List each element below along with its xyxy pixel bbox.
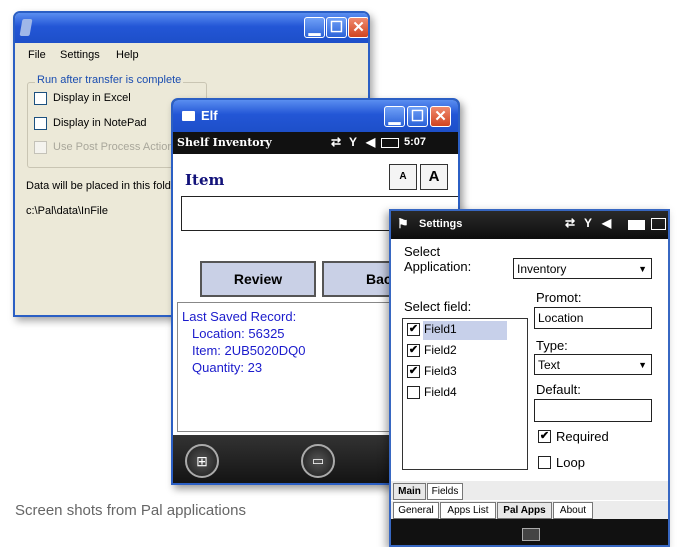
minimize-icon: ▁ [308, 19, 321, 36]
field4-checkbox[interactable] [407, 386, 420, 399]
app-icon [19, 19, 33, 36]
maximize-icon: ☐ [329, 19, 344, 36]
post-process-label: Use Post Process Action [53, 141, 174, 153]
required-label: Required [556, 429, 609, 444]
settings-status-bar: ⚑ Settings ⇄ Y ◀ [391, 211, 668, 239]
font-large-button[interactable]: A [420, 164, 448, 190]
select-label: Select [404, 244, 441, 259]
maximize-button[interactable]: ☐ [326, 17, 347, 38]
application-label: Application: [404, 259, 472, 274]
volume-icon: ◀ [602, 216, 612, 230]
prompt-label: Promot: [536, 290, 582, 305]
menu-bar: File Settings Help [15, 43, 368, 69]
field-list: ✔ Field1 ✔ Field2 ✔ Field3 Field4 [402, 318, 528, 470]
type-label: Type: [536, 338, 568, 353]
tab-general[interactable]: General [393, 502, 439, 519]
application-value: Inventory [517, 262, 567, 276]
window2-title: Elf [201, 108, 218, 123]
application-select[interactable]: Inventory ▼ [513, 258, 652, 279]
field1-label[interactable]: Field1 [424, 322, 457, 336]
field2-label[interactable]: Field2 [424, 343, 457, 357]
record-quantity: Quantity: 23 [192, 360, 263, 375]
default-label: Default: [536, 382, 581, 397]
close-button[interactable]: ✕ [348, 17, 368, 38]
start-icon[interactable]: ⊞ [185, 444, 219, 478]
signal-icon: Y [349, 135, 358, 149]
loop-checkbox[interactable] [538, 456, 551, 469]
type-value: Text [538, 358, 561, 372]
close-button[interactable]: ✕ [430, 106, 451, 127]
window2-titlebar: Elf ▁ ☐ ✕ [173, 100, 458, 132]
connectivity-icon: ⇄ [565, 216, 576, 230]
tab-about[interactable]: About [553, 502, 593, 519]
window1-titlebar: ▁ ☐ ✕ [15, 13, 368, 43]
post-process-checkbox [34, 141, 47, 154]
tab-main[interactable]: Main [393, 483, 426, 500]
display-notepad-checkbox[interactable] [34, 117, 47, 130]
signal-icon: Y [584, 216, 593, 230]
review-button[interactable]: Review [200, 261, 316, 297]
minimize-button[interactable]: ▁ [384, 106, 405, 127]
close-icon: ✕ [434, 108, 447, 125]
keyboard-icon[interactable] [522, 528, 540, 541]
maximize-icon: ☐ [410, 108, 425, 125]
folder-path[interactable]: c:\Pal\data\InFile [26, 205, 108, 217]
close-icon[interactable] [651, 218, 666, 230]
battery-icon [628, 220, 645, 230]
loop-label: Loop [556, 455, 585, 470]
folder-label: Data will be placed in this folder [26, 180, 181, 192]
elf-app-icon [182, 111, 195, 121]
display-excel-checkbox[interactable] [34, 92, 47, 105]
display-notepad-label: Display in NotePad [53, 117, 147, 129]
default-input[interactable] [534, 399, 652, 422]
volume-icon: ◀ [366, 135, 376, 149]
type-select[interactable]: Text ▼ [534, 354, 652, 375]
status-time: 5:07 [404, 136, 427, 148]
status-title: Shelf Inventory [177, 136, 272, 149]
close-icon: ✕ [352, 19, 365, 36]
minimize-button[interactable]: ▁ [304, 17, 325, 38]
field3-checkbox[interactable]: ✔ [407, 365, 420, 378]
tab-fields[interactable]: Fields [427, 483, 463, 500]
group-title: Run after transfer is complete [35, 74, 184, 86]
chevron-down-icon: ▼ [638, 360, 647, 370]
display-excel-label: Display in Excel [53, 92, 131, 104]
chevron-down-icon: ▼ [638, 264, 647, 274]
settings-window: ⚑ Settings ⇄ Y ◀ Select Application: Inv… [389, 209, 670, 547]
field4-label[interactable]: Field4 [424, 385, 457, 399]
minimize-icon: ▁ [388, 108, 401, 125]
tab-pal-apps[interactable]: Pal Apps [497, 502, 552, 519]
settings-bottom-bar [391, 519, 668, 545]
menu-settings[interactable]: Settings [60, 49, 100, 61]
connectivity-icon: ⇄ [331, 135, 342, 149]
field2-checkbox[interactable]: ✔ [407, 344, 420, 357]
font-small-button[interactable]: A [389, 164, 417, 190]
battery-icon [381, 138, 399, 148]
keyboard-icon[interactable]: ▭ [301, 444, 335, 478]
settings-title: Settings [419, 218, 463, 230]
record-item: Item: 2UB5020DQ0 [192, 343, 306, 358]
item-heading: Item [185, 171, 225, 189]
field1-checkbox[interactable]: ✔ [407, 323, 420, 336]
select-field-label: Select field: [404, 299, 472, 314]
figure-caption: Screen shots from Pal applications [15, 502, 246, 519]
tab-apps-list[interactable]: Apps List [440, 502, 496, 519]
menu-help[interactable]: Help [116, 49, 139, 61]
record-location: Location: 56325 [192, 326, 285, 341]
required-checkbox[interactable]: ✔ [538, 430, 551, 443]
windows-flag-icon: ⚑ [397, 216, 409, 231]
menu-file[interactable]: File [28, 49, 46, 61]
device-status-bar: Shelf Inventory ⇄ Y ◀ 5:07 [173, 132, 458, 154]
maximize-button[interactable]: ☐ [407, 106, 428, 127]
record-title: Last Saved Record: [182, 309, 297, 324]
prompt-input[interactable]: Location [534, 307, 652, 329]
field3-label[interactable]: Field3 [424, 364, 457, 378]
